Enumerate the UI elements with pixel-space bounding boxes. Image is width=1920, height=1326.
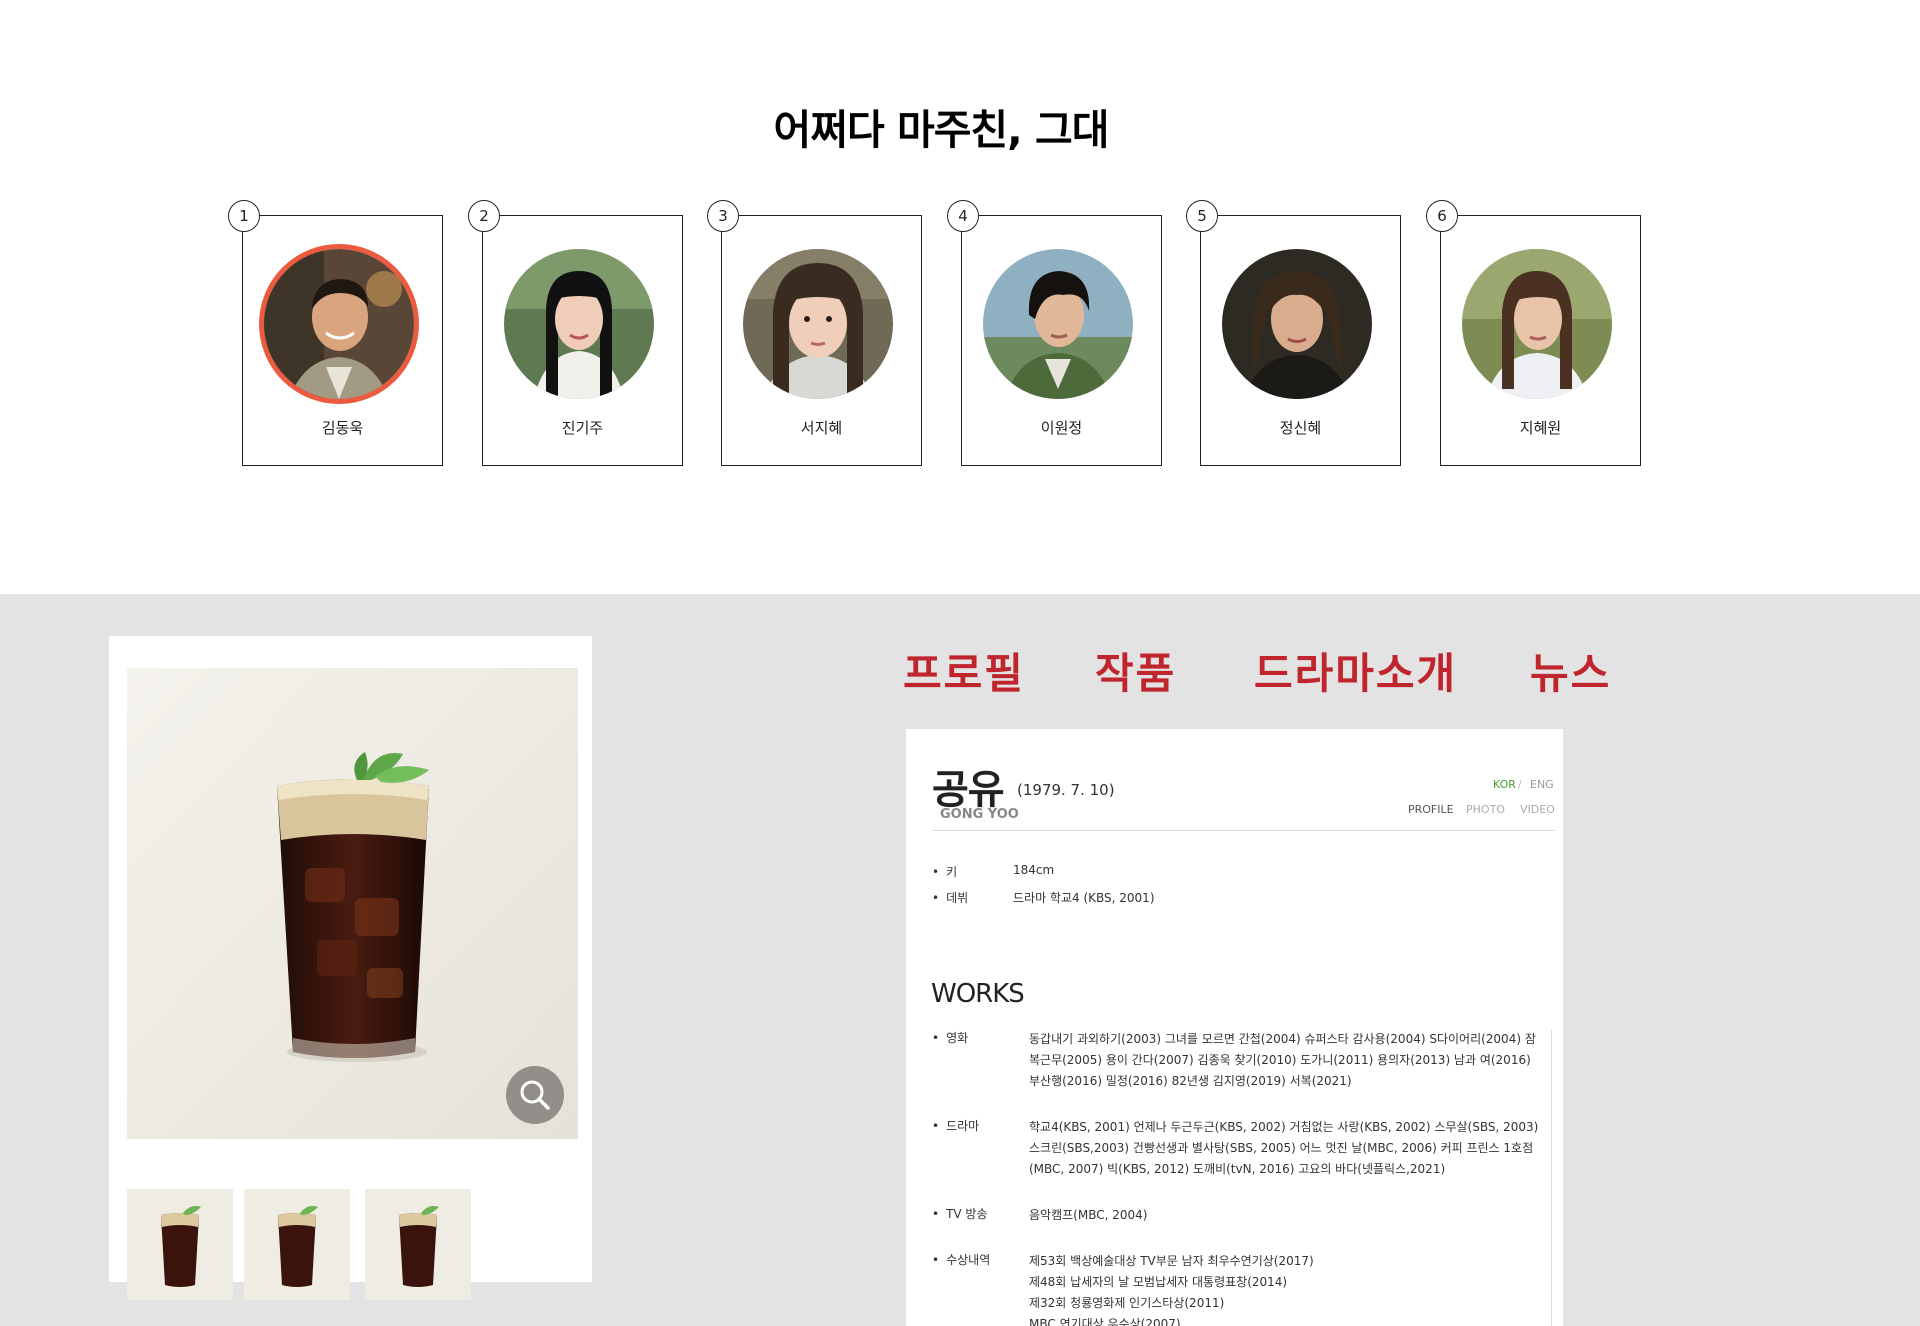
works-category: 영화 <box>932 1029 1022 1046</box>
award-line: 제32회 청룡영화제 인기스타상(2011) <box>1029 1296 1225 1310</box>
iced-coffee-thumbnail[interactable] <box>365 1189 471 1300</box>
works-category: TV 방송 <box>932 1205 1022 1222</box>
iced-coffee-thumbnail[interactable] <box>244 1189 350 1300</box>
tab-photo[interactable]: PHOTO <box>1466 803 1505 816</box>
cast-number: 3 <box>707 200 739 232</box>
lang-separator: / <box>1518 778 1522 791</box>
award-line: 제53회 백상예술대상 TV부문 남자 최우수연기상(2017) <box>1029 1254 1314 1268</box>
menu-news[interactable]: 뉴스 <box>1530 640 1611 701</box>
cast-card-4[interactable]: 4 이원정 <box>947 200 1162 466</box>
info-label: 키 <box>932 863 1012 880</box>
lang-eng-link[interactable]: ENG <box>1530 778 1554 791</box>
iced-coffee-thumbnail[interactable] <box>127 1189 233 1300</box>
cast-name: 김동욱 <box>321 419 364 437</box>
award-line: MBC 연기대상 우수상(2007) <box>1029 1317 1181 1326</box>
cast-photo-avatar[interactable] <box>1222 249 1372 399</box>
divider <box>932 830 1555 831</box>
works-text: 음악캠프(MBC, 2004) <box>1029 1208 1148 1222</box>
cast-photo-avatar[interactable] <box>983 249 1133 399</box>
cast-photo-avatar[interactable] <box>504 249 654 399</box>
works-category: 수상내역 <box>932 1251 1022 1268</box>
cast-card-5[interactable]: 5 정신혜 <box>1186 200 1401 466</box>
product-gallery <box>109 636 592 1300</box>
tab-profile[interactable]: PROFILE <box>1408 803 1454 816</box>
award-line: 제48회 납세자의 날 모범납세자 대통령표창(2014) <box>1029 1275 1288 1289</box>
cast-name: 이원정 <box>1040 419 1083 437</box>
tab-video[interactable]: VIDEO <box>1520 803 1555 816</box>
divider <box>1551 1029 1552 1326</box>
cast-number: 1 <box>228 200 260 232</box>
menu-profile[interactable]: 프로필 <box>903 640 1025 701</box>
cast-photo-avatar[interactable] <box>1462 249 1612 399</box>
cast-photo-avatar[interactable] <box>743 249 893 399</box>
cast-name: 서지혜 <box>800 419 843 437</box>
cast-name: 지혜원 <box>1519 419 1562 437</box>
cast-name: 정신혜 <box>1279 419 1322 437</box>
cast-card-6[interactable]: 6 지혜원 <box>1426 200 1641 466</box>
cast-card-3[interactable]: 3 서지혜 <box>707 200 922 466</box>
cast-photo-avatar[interactable] <box>264 249 414 399</box>
cast-number: 6 <box>1426 200 1458 232</box>
works-text: 학교4(KBS, 2001) 언제나 두근두근(KBS, 2002) 거침없는 … <box>1029 1120 1539 1176</box>
works-title: WORKS <box>931 979 1025 1009</box>
actor-birthdate: (1979. 7. 10) <box>1017 781 1115 799</box>
lang-kor-link[interactable]: KOR <box>1493 778 1516 791</box>
cast-card-1[interactable]: 1 김동욱 <box>228 200 443 466</box>
info-value: 드라마 학교4 (KBS, 2001) <box>1013 891 1155 905</box>
cast-number: 4 <box>947 200 979 232</box>
info-value: 184cm <box>1013 863 1055 877</box>
actor-name-english: GONG YOO <box>940 807 1019 822</box>
works-text: 제53회 백상예술대상 TV부문 남자 최우수연기상(2017) 제48회 납세… <box>1029 1251 1543 1326</box>
actor-profile-card: 공유 (1979. 7. 10) GONG YOO KOR / ENG PROF… <box>906 729 1563 1326</box>
menu-drama-intro[interactable]: 드라마소개 <box>1254 640 1457 701</box>
cast-card-2[interactable]: 2 진기주 <box>468 200 683 466</box>
cast-number: 5 <box>1186 200 1218 232</box>
cast-name: 진기주 <box>561 419 604 437</box>
menu-works[interactable]: 작품 <box>1095 640 1176 701</box>
works-text: 동갑내기 과외하기(2003) 그녀를 모르면 간첩(2004) 슈퍼스타 감사… <box>1029 1032 1536 1088</box>
cast-section: 어쩌다 마주친, 그대 1 김동욱 2 진기주 3 서지혜 4 이원정 5 정신… <box>0 0 1920 594</box>
cast-number: 2 <box>468 200 500 232</box>
search-icon <box>520 1080 550 1110</box>
info-label: 데뷔 <box>932 889 1012 906</box>
zoom-button[interactable] <box>506 1066 564 1124</box>
works-category: 드라마 <box>932 1117 1022 1134</box>
drama-title: 어쩌다 마주친, 그대 <box>773 106 1110 154</box>
